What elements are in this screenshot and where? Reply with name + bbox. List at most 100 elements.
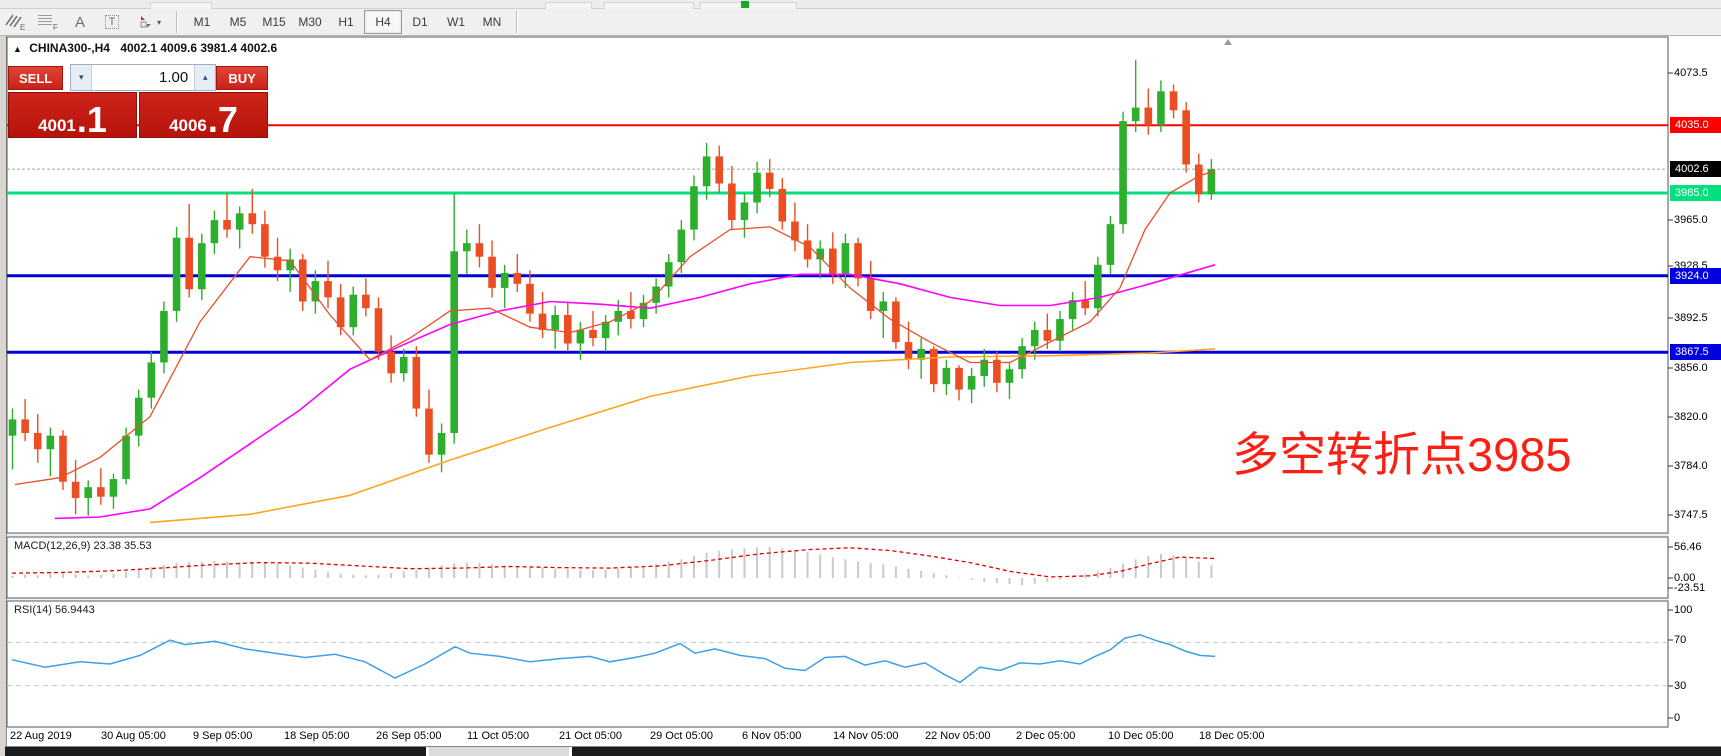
candle-body xyxy=(1044,330,1052,341)
symbol-ohlc: 4002.1 4009.6 3981.4 4002.6 xyxy=(120,41,277,55)
candle-body xyxy=(362,295,370,309)
candle-body xyxy=(879,301,887,310)
candle-body xyxy=(21,419,29,433)
sell-price-tile[interactable]: 4001 .1 xyxy=(8,92,137,138)
candle-body xyxy=(741,202,749,220)
candle-body xyxy=(185,238,193,290)
date-tick-label: 26 Sep 05:00 xyxy=(376,730,441,742)
macd-pane[interactable] xyxy=(7,537,1668,598)
date-tick-label: 22 Nov 05:00 xyxy=(925,730,990,742)
candle-body xyxy=(84,487,92,498)
date-tick-label: 14 Nov 05:00 xyxy=(833,730,898,742)
volume-decrease-button[interactable]: ▾ xyxy=(71,65,92,90)
sell-price-main: 4001 xyxy=(38,117,76,134)
candle-body xyxy=(1170,91,1178,110)
date-tick-label: 18 Dec 05:00 xyxy=(1199,730,1264,742)
macd-tick-label: -23.51 xyxy=(1674,582,1705,594)
candle-body xyxy=(110,479,118,497)
candle-body xyxy=(728,183,736,220)
candle-body xyxy=(375,308,383,351)
date-tick-label: 2 Dec 05:00 xyxy=(1016,730,1075,742)
symbol-header: ▲ CHINA300-,H4 4002.1 4009.6 3981.4 4002… xyxy=(13,41,277,55)
candle-body xyxy=(438,433,446,455)
volume-input[interactable]: 1.00 xyxy=(92,65,194,90)
candle-body xyxy=(135,398,143,436)
candle-body xyxy=(47,436,55,450)
macd-label: MACD(12,26,9) 23.38 35.53 xyxy=(14,540,152,552)
candle-body xyxy=(476,243,484,257)
price-tick-label: 4073.5 xyxy=(1674,67,1708,79)
candle-body xyxy=(766,173,774,189)
price-tick-label: 3892.5 xyxy=(1674,312,1708,324)
bottom-window-cutoff xyxy=(5,747,1721,756)
candle-body xyxy=(501,273,509,288)
candle-body xyxy=(324,281,332,297)
rsi-tick-label: 100 xyxy=(1674,604,1692,616)
candle-body xyxy=(463,243,471,251)
candle-body xyxy=(1031,330,1039,346)
candle-body xyxy=(1006,369,1014,383)
symbol-name: CHINA300-,H4 xyxy=(29,41,110,55)
candle-body xyxy=(539,314,547,330)
candle-body xyxy=(779,189,787,222)
buy-price-tile[interactable]: 4006 .7 xyxy=(139,92,268,138)
date-axis[interactable]: 22 Aug 2019 30 Aug 05:00 9 Sep 05:00 18 Sep… xyxy=(7,728,1669,746)
candle-body xyxy=(223,220,231,229)
price-tick-label: 3820.0 xyxy=(1674,411,1708,423)
candle-body xyxy=(1081,300,1089,308)
volume-increase-button[interactable]: ▴ xyxy=(194,65,215,90)
rsi-tick-label: 70 xyxy=(1674,634,1686,646)
candle-body xyxy=(1157,91,1165,125)
price-tick-label: 3856.0 xyxy=(1674,362,1708,374)
candle-body xyxy=(349,295,357,328)
candle-body xyxy=(854,243,862,278)
candle-body xyxy=(211,220,219,243)
candle-body xyxy=(337,297,345,327)
candle-body xyxy=(261,224,269,257)
candle-body xyxy=(1182,110,1190,164)
candle-body xyxy=(526,284,534,314)
candle-body xyxy=(589,330,597,338)
chart-annotation-text: 多空转折点3985 xyxy=(1232,416,1572,485)
candle-body xyxy=(450,251,458,433)
candle-body xyxy=(413,357,421,409)
candle-body xyxy=(842,243,850,274)
price-badge: 4002.6 xyxy=(1670,161,1721,177)
sell-price-frac: .1 xyxy=(77,106,107,134)
candle-body xyxy=(577,330,585,344)
date-tick-label: 18 Sep 05:00 xyxy=(284,730,349,742)
candle-body xyxy=(753,173,761,203)
date-tick-label: 9 Sep 05:00 xyxy=(193,730,252,742)
candle-body xyxy=(551,315,559,330)
date-tick-label: 22 Aug 2019 xyxy=(10,730,72,742)
date-tick-label: 30 Aug 05:00 xyxy=(101,730,166,742)
rsi-pane[interactable] xyxy=(7,601,1668,727)
rsi-tick-label: 30 xyxy=(1674,680,1686,692)
candle-body xyxy=(299,259,307,301)
price-badge: 3985.0 xyxy=(1670,185,1721,201)
candle-body xyxy=(804,240,812,259)
price-tick-label: 3747.5 xyxy=(1674,509,1708,521)
candle-body xyxy=(715,156,723,183)
candle-body xyxy=(943,368,951,384)
price-badge: 4035.0 xyxy=(1670,117,1721,133)
candle-body xyxy=(993,360,1001,383)
buy-price-main: 4006 xyxy=(169,117,207,134)
candle-body xyxy=(930,349,938,384)
price-tick-label: 3784.0 xyxy=(1674,460,1708,472)
collapse-triangle-icon[interactable]: ▲ xyxy=(13,44,22,54)
candle-body xyxy=(97,487,105,496)
candle-body xyxy=(148,362,156,397)
sell-button[interactable]: SELL xyxy=(8,66,63,90)
buy-price-frac: .7 xyxy=(208,106,238,134)
candle-body xyxy=(1094,265,1102,308)
candle-body xyxy=(690,186,698,229)
price-tick-label: 3965.0 xyxy=(1674,214,1708,226)
buy-button[interactable]: BUY xyxy=(216,66,268,90)
date-tick-label: 11 Oct 05:00 xyxy=(467,730,529,742)
candle-body xyxy=(122,436,130,479)
candle-body xyxy=(488,257,496,288)
candle-body xyxy=(514,273,522,284)
candle-body xyxy=(1132,108,1140,122)
candle-body xyxy=(400,357,408,373)
